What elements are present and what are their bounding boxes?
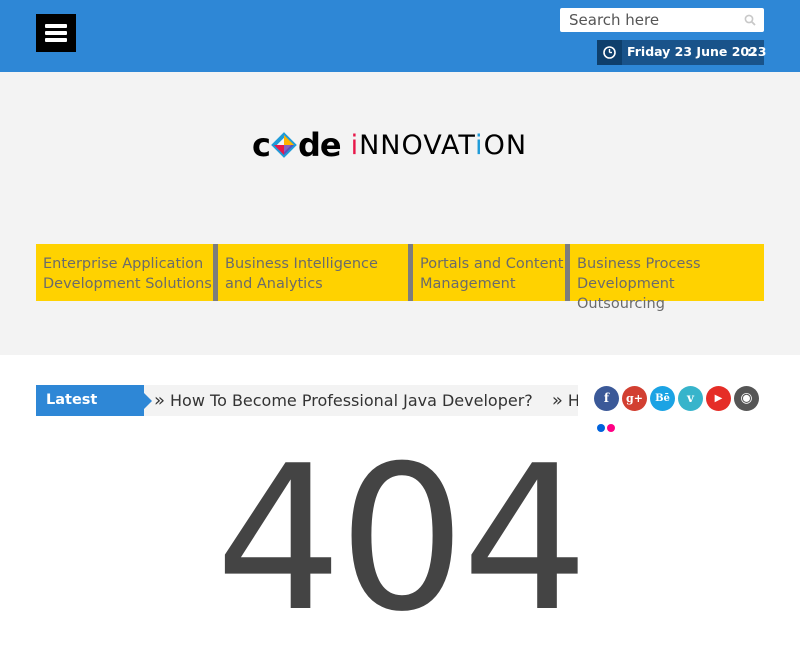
logo-letter: c (252, 126, 271, 164)
news-ticker: Latest Update »How To Become Professiona… (36, 385, 578, 416)
logo-code-word: c de (252, 126, 342, 164)
menu-line-icon (45, 31, 67, 35)
youtube-icon[interactable]: ▶ (706, 386, 731, 411)
logo-letter: i (350, 129, 360, 161)
flickr-dot-blue (597, 424, 605, 432)
site-header: c de iNNOVATiON Enterprise Application D… (0, 72, 800, 355)
instagram-icon[interactable]: ◉ (734, 386, 759, 411)
service-business-intelligence[interactable]: Business Intelligence and Analytics (213, 244, 408, 301)
menu-line-icon (45, 38, 67, 42)
hamburger-menu-button[interactable] (36, 14, 76, 52)
behance-icon[interactable]: Bē (650, 386, 675, 411)
double-chevron-icon: » (551, 390, 563, 411)
ticker-item[interactable]: » How To Become Professional Java Develop… (552, 385, 578, 416)
cube-icon (271, 132, 297, 158)
vimeo-icon[interactable]: v (678, 386, 703, 411)
flickr-dot-pink (607, 424, 615, 432)
current-date: Friday 23 June 2023 (627, 44, 767, 59)
ticker-items: » How To Become Professional Java Develop… (154, 385, 578, 416)
double-chevron-icon: » (154, 390, 166, 411)
logo-innovation-word: iNNOVATiON (351, 130, 527, 161)
service-business-process[interactable]: Business Process Development Outsourcing (565, 244, 764, 312)
date-display: Friday 23 June 2023 :: (597, 40, 767, 65)
facebook-icon[interactable]: f (594, 386, 619, 411)
ticker-item-text: How To Become Professional Java Develope… (567, 391, 578, 410)
search-input[interactable] (560, 8, 738, 32)
error-code: 404 (215, 423, 589, 656)
clock-badge (597, 40, 622, 65)
logo-letters: ON (483, 129, 528, 161)
search-icon[interactable] (744, 14, 756, 26)
date-separator: :: (747, 44, 757, 59)
top-bar: Friday 23 June 2023 :: (0, 0, 800, 72)
clock-icon (603, 46, 616, 59)
search-box (560, 8, 764, 32)
site-logo[interactable]: c de iNNOVATiON (252, 125, 527, 165)
services-nav: Enterprise Application Development Solut… (36, 244, 764, 312)
google-plus-icon[interactable]: g+ (622, 386, 647, 411)
service-enterprise-application[interactable]: Enterprise Application Development Solut… (36, 244, 213, 301)
ticker-item[interactable]: »How To Become Professional Java Develop… (154, 385, 533, 416)
menu-line-icon (45, 24, 67, 28)
ticker-label: Latest Update (36, 385, 152, 416)
ticker-item-text: How To Become Professional Java Develope… (170, 391, 533, 410)
logo-letters: NNOVAT (359, 129, 476, 161)
logo-letters: de (297, 126, 342, 164)
service-portals-content[interactable]: Portals and Content Management (408, 244, 565, 301)
logo-letter: i (475, 129, 484, 161)
flickr-icon[interactable] (597, 424, 617, 432)
